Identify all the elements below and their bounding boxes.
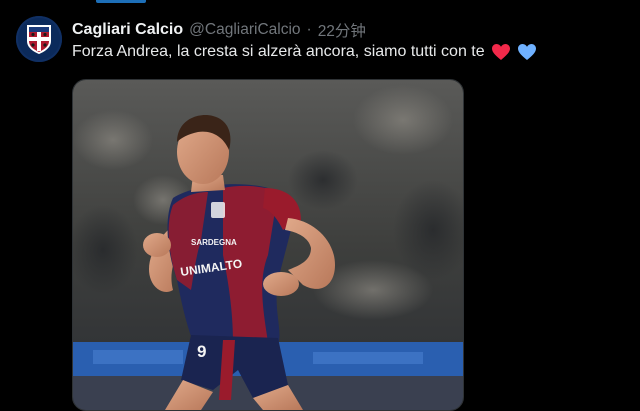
player-photo: SARDEGNA UNIMALTO 9	[73, 80, 463, 410]
red-heart-icon	[491, 44, 510, 60]
tweet-header: Cagliari Calcio @CagliariCalcio · 22分钟	[72, 20, 366, 40]
display-name[interactable]: Cagliari Calcio	[72, 21, 183, 39]
avatar[interactable]	[16, 16, 62, 62]
tweet-photo[interactable]: SARDEGNA UNIMALTO 9	[72, 79, 464, 411]
shirt-sponsor-top: SARDEGNA	[191, 238, 237, 247]
light-blue-heart-icon	[517, 44, 536, 60]
tweet-text-content: Forza Andrea, la cresta si alzerà ancora…	[72, 43, 485, 60]
timestamp[interactable]: 22分钟	[318, 19, 366, 41]
cagliari-crest-icon	[27, 25, 51, 54]
club-badge	[211, 202, 225, 218]
shorts-number: 9	[197, 342, 206, 361]
separator-dot: ·	[306, 21, 312, 38]
user-handle[interactable]: @CagliariCalcio	[189, 21, 300, 39]
tweet-text: Forza Andrea, la cresta si alzerà ancora…	[72, 43, 537, 61]
tweet[interactable]: Cagliari Calcio @CagliariCalcio · 22分钟 F…	[0, 0, 640, 411]
